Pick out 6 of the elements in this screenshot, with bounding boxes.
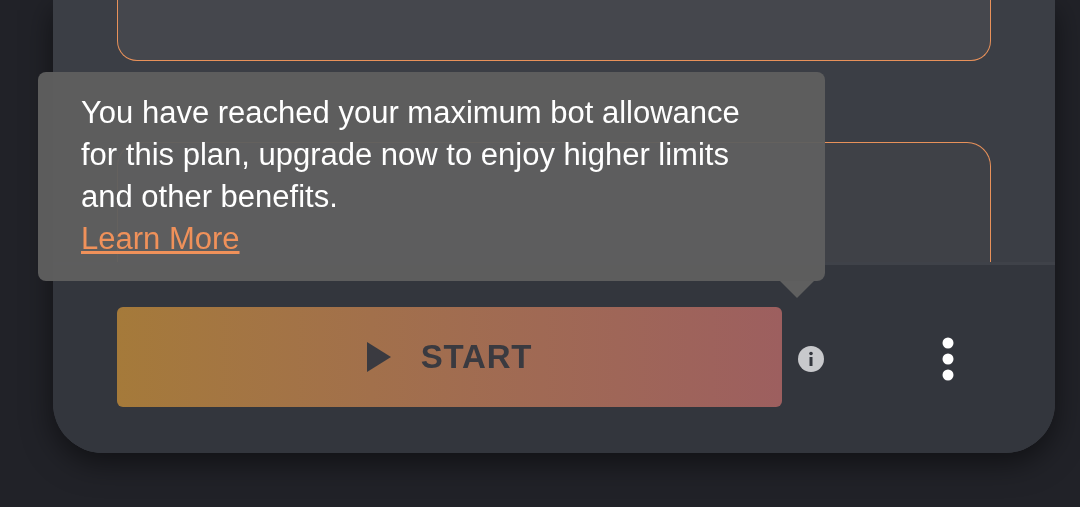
info-icon[interactable] [798, 346, 824, 372]
learn-more-link[interactable]: Learn More [81, 221, 240, 256]
play-icon [366, 342, 391, 372]
tooltip-text: You have reached your maximum bot allowance for this plan, upgrade now to enjoy higher limits and other benefits. [81, 94, 741, 216]
more-options-icon[interactable] [941, 337, 955, 381]
start-button[interactable]: START [117, 307, 782, 407]
